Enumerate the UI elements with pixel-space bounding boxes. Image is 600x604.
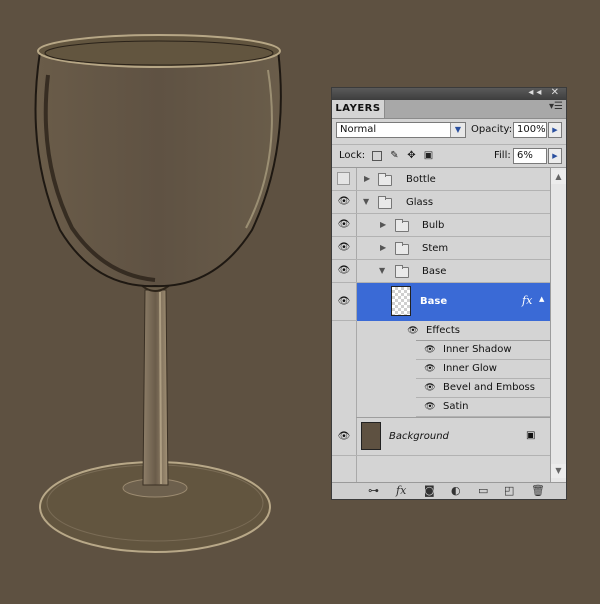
eye-icon[interactable]: 👁	[424, 345, 436, 355]
mask-icon[interactable]: ◙	[424, 484, 435, 498]
eye-icon[interactable]: 👁	[337, 243, 351, 253]
layer-name: Background	[389, 431, 449, 442]
chevron-right-icon[interactable]: ▶	[380, 220, 386, 229]
layer-row-base-group[interactable]: 👁 ▼ Base	[332, 260, 550, 283]
lock-fill-row: Lock: ✎ ✥ ▣ Fill: 6% ▶	[332, 145, 566, 168]
blend-mode-value: Normal	[340, 124, 377, 135]
selection-highlight: Base fx ▲	[357, 283, 550, 321]
layer-row-base[interactable]: 👁 Base fx ▲	[332, 283, 550, 321]
eye-icon[interactable]: 👁	[337, 197, 351, 207]
collapse-effects-icon[interactable]: ▲	[539, 295, 544, 303]
effect-row-satin[interactable]: 👁 Satin	[416, 398, 550, 417]
blend-mode-select[interactable]: Normal ▼	[336, 122, 466, 138]
eye-icon[interactable]: 👁	[337, 220, 351, 230]
chevron-down-icon[interactable]: ▼	[363, 197, 369, 206]
fill-arrow-button[interactable]: ▶	[548, 148, 562, 164]
layer-thumbnail	[361, 422, 381, 450]
double-chevron-left-icon[interactable]: ◂◂	[528, 87, 544, 98]
panel-menu-icon[interactable]: ▾☰	[549, 101, 563, 112]
fill-field[interactable]: 6%	[513, 148, 547, 164]
layer-name: Stem	[422, 243, 449, 254]
eye-icon[interactable]: 👁	[337, 432, 351, 442]
layer-thumbnail	[391, 286, 411, 316]
layer-name: Bottle	[406, 174, 436, 185]
opacity-field[interactable]: 100%	[513, 122, 547, 138]
layer-row-background[interactable]: 👁 Background ▣	[332, 418, 550, 456]
folder-icon	[378, 196, 392, 209]
scroll-down-icon[interactable]: ▼	[551, 464, 566, 478]
effect-name: Inner Shadow	[443, 344, 512, 355]
opacity-label: Opacity:	[471, 124, 513, 135]
layer-row-bulb[interactable]: 👁 ▶ Bulb	[332, 214, 550, 237]
lock-icon[interactable]: ▣	[423, 150, 434, 161]
lock-icon: ▣	[526, 430, 536, 441]
move-icon[interactable]: ✥	[406, 150, 417, 161]
scroll-up-icon[interactable]: ▲	[551, 170, 566, 184]
effect-name: Satin	[443, 401, 469, 412]
panel-tab-row: LAYERS ▾☰	[332, 100, 566, 119]
effect-row-bevel-emboss[interactable]: 👁 Bevel and Emboss	[416, 379, 550, 398]
eye-icon[interactable]: 👁	[424, 364, 436, 374]
blend-opacity-row: Normal ▼ Opacity: 100% ▶	[332, 118, 566, 145]
chevron-right-icon[interactable]: ▶	[380, 243, 386, 252]
layers-panel: ◂◂ ✕ LAYERS ▾☰ Normal ▼ Opacity: 100% ▶ …	[331, 87, 567, 500]
effects-header-row[interactable]: 👁 Effects	[332, 321, 550, 340]
trash-icon[interactable]: 🗑	[531, 484, 545, 498]
brush-icon[interactable]: ✎	[389, 150, 400, 161]
chevron-down-icon: ▼	[450, 123, 465, 137]
new-group-icon[interactable]: ▭	[478, 484, 488, 498]
effects-label: Effects	[426, 325, 460, 336]
layers-bottom-toolbar: ⊶ fx ◙ ◐ ▭ ◰ 🗑	[332, 482, 566, 499]
effect-name: Inner Glow	[443, 363, 497, 374]
new-layer-icon[interactable]: ◰	[504, 484, 514, 498]
visibility-toggle-empty[interactable]	[337, 172, 350, 185]
tab-layers[interactable]: LAYERS	[332, 100, 385, 118]
layer-row-glass[interactable]: 👁 ▼ Glass	[332, 191, 550, 214]
folder-icon	[395, 242, 409, 255]
effect-row-inner-glow[interactable]: 👁 Inner Glow	[416, 360, 550, 379]
eye-icon[interactable]: 👁	[424, 402, 436, 412]
layer-row-bottle[interactable]: ▶ Bottle	[332, 168, 550, 191]
effect-row-inner-shadow[interactable]: 👁 Inner Shadow	[416, 341, 550, 360]
lock-transparent-icon[interactable]	[372, 151, 382, 161]
folder-icon	[378, 173, 392, 186]
layers-scrollbar[interactable]: ▲ ▼	[550, 168, 566, 482]
chevron-right-icon[interactable]: ▶	[364, 174, 370, 183]
folder-icon	[395, 265, 409, 278]
link-icon[interactable]: ⊶	[368, 484, 379, 498]
layer-name: Bulb	[422, 220, 445, 231]
layer-row-stem[interactable]: 👁 ▶ Stem	[332, 237, 550, 260]
fx-icon[interactable]: fx	[396, 484, 406, 498]
lock-label: Lock:	[339, 150, 366, 161]
fx-icon[interactable]: fx	[522, 294, 532, 307]
layer-name: Base	[422, 266, 447, 277]
eye-icon[interactable]: 👁	[407, 326, 419, 336]
layer-name: Glass	[406, 197, 434, 208]
eye-icon[interactable]: 👁	[337, 297, 351, 307]
eye-icon[interactable]: 👁	[424, 383, 436, 393]
eye-icon[interactable]: 👁	[337, 266, 351, 276]
adjustment-icon[interactable]: ◐	[451, 484, 461, 498]
effect-name: Bevel and Emboss	[443, 382, 535, 393]
chevron-down-icon[interactable]: ▼	[379, 266, 385, 275]
layers-list: ▶ Bottle 👁 ▼ Glass 👁 ▶ Bulb 👁 ▶ Stem 👁 ▼…	[332, 168, 550, 482]
fill-label: Fill:	[494, 150, 511, 161]
folder-icon	[395, 219, 409, 232]
layer-name: Base	[420, 296, 448, 307]
close-icon[interactable]: ✕	[551, 87, 562, 98]
panel-titlebar[interactable]: ◂◂ ✕	[332, 87, 566, 100]
opacity-arrow-button[interactable]: ▶	[548, 122, 562, 138]
